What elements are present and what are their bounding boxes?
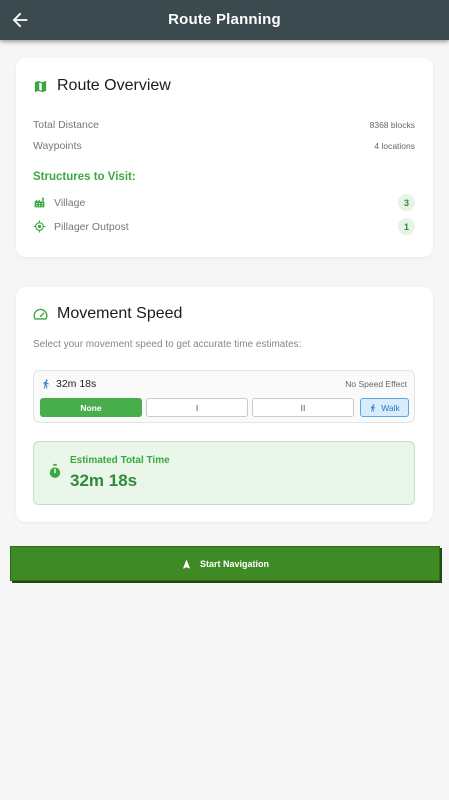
- start-navigation-button[interactable]: Start Navigation: [10, 546, 440, 581]
- speed-option-1[interactable]: I: [146, 398, 248, 417]
- estimated-time-value: 32m 18s: [70, 471, 138, 490]
- speed-effect-label: No Speed Effect: [345, 379, 407, 389]
- structure-item-village: Village 3: [33, 194, 415, 211]
- structure-item-pillager-outpost: Pillager Outpost 1: [33, 218, 415, 235]
- walking-person-icon: [43, 379, 49, 389]
- page-title: Route Planning: [168, 11, 281, 28]
- structure-count-badge: 3: [398, 194, 415, 211]
- current-time: 32m 18s: [41, 378, 96, 390]
- route-overview-card: Route Overview Total Distance 8368 block…: [16, 58, 433, 257]
- speed-option-none[interactable]: None: [40, 398, 142, 417]
- waypoints-row: Waypoints 4 locations: [33, 140, 415, 152]
- navigation-arrow-icon: [183, 558, 190, 569]
- structure-count-badge: 1: [398, 218, 415, 235]
- route-overview-title: Route Overview: [33, 77, 171, 95]
- movement-speed-title: Movement Speed: [33, 305, 182, 323]
- estimated-time-box: Estimated Total Time 32m 18s: [33, 441, 415, 505]
- current-time-value: 32m 18s: [56, 378, 97, 390]
- waypoints-label: Waypoints: [33, 140, 82, 152]
- speedometer-icon: [33, 308, 48, 320]
- structure-name: Pillager Outpost: [54, 220, 129, 233]
- waypoints-value: 4 locations: [374, 141, 415, 151]
- start-navigation-label: Start Navigation: [199, 558, 269, 569]
- walk-label: Walk: [381, 402, 400, 413]
- app-bar: Route Planning: [0, 0, 449, 40]
- stopwatch-icon: [49, 463, 61, 478]
- movement-speed-card: Movement Speed Select your movement spee…: [16, 287, 433, 522]
- walk-mode-button[interactable]: Walk: [360, 398, 409, 417]
- walking-person-icon: [371, 403, 376, 412]
- total-distance-label: Total Distance: [33, 119, 99, 131]
- total-distance-row: Total Distance 8368 blocks: [33, 119, 415, 131]
- structures-heading: Structures to Visit:: [33, 171, 136, 183]
- target-icon: [33, 220, 46, 233]
- map-icon: [34, 80, 47, 92]
- movement-speed-label: Movement Speed: [57, 305, 183, 322]
- village-icon: [34, 197, 45, 208]
- speed-option-2[interactable]: II: [252, 398, 354, 417]
- speed-hint-text: Select your movement speed to get accura…: [33, 339, 302, 350]
- structure-name: Village: [54, 196, 86, 209]
- speed-selector: 32m 18s No Speed Effect None I II Walk: [33, 370, 415, 423]
- total-distance-value: 8368 blocks: [369, 120, 415, 130]
- route-overview-label: Route Overview: [57, 77, 171, 94]
- estimated-time-label: Estimated Total Time: [70, 455, 170, 466]
